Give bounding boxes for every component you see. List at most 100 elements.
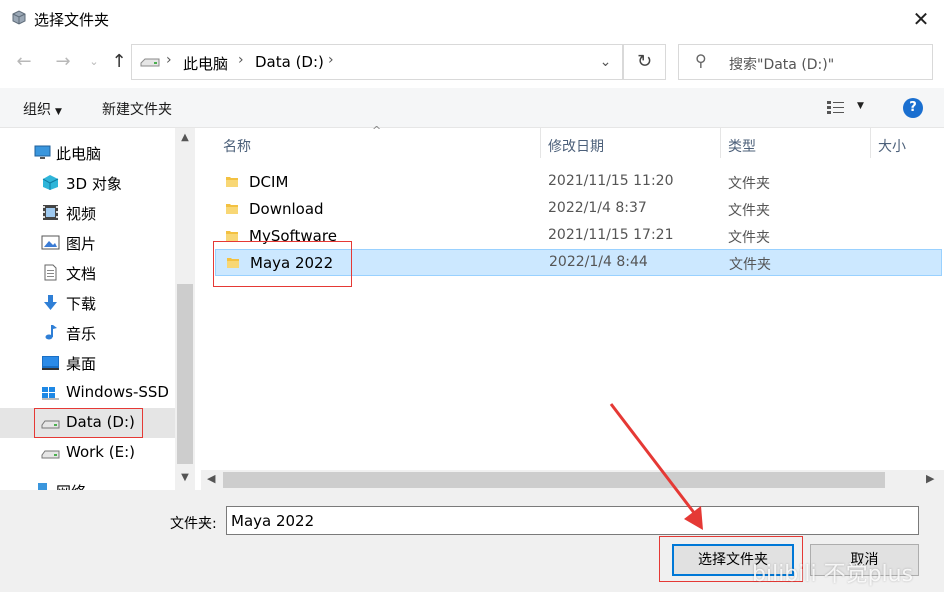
breadcrumb-this-pc[interactable]: 此电脑 [183, 53, 228, 74]
column-divider[interactable] [540, 128, 541, 158]
address-dropdown-button[interactable]: ⌄ [589, 44, 623, 80]
view-options-icon[interactable] [826, 99, 846, 115]
folder-name-input[interactable] [226, 506, 919, 535]
video-icon [43, 205, 58, 220]
sidebar-item-videos[interactable]: 视频 [0, 198, 175, 228]
sidebar-item-downloads[interactable]: 下载 [0, 288, 175, 318]
scrollbar-thumb[interactable] [177, 284, 193, 464]
sidebar-item-label: 视频 [66, 205, 97, 223]
sidebar-item-pictures[interactable]: 图片 [0, 228, 175, 258]
forward-button[interactable]: → [51, 50, 75, 74]
arrow-right-icon: → [55, 51, 71, 72]
file-date: 2021/11/15 17:21 [548, 227, 674, 243]
file-row-selected[interactable]: Maya 2022 2022/1/4 8:44 文件夹 [215, 249, 942, 276]
sidebar-item-windows-ssd[interactable]: Windows-SSD ( [0, 378, 175, 408]
sidebar-item-network[interactable]: 网络 [0, 476, 175, 490]
chevron-right-icon: › [166, 52, 172, 68]
column-divider[interactable] [870, 128, 871, 158]
sidebar-item-label: 网络 [56, 481, 86, 490]
drive-icon [41, 450, 60, 459]
chevron-down-icon: ⌄ [89, 55, 99, 68]
command-bar: 组织 ▼ 新建文件夹 ▼ [0, 88, 944, 128]
search-box[interactable]: ⚲ 搜索"Data (D:)" [678, 44, 933, 80]
breadcrumb-data-drive[interactable]: Data (D:) [255, 53, 324, 71]
drive-icon [41, 420, 60, 429]
refresh-icon: ↻ [636, 51, 653, 72]
scroll-up-icon[interactable]: ▲ [175, 132, 195, 143]
select-folder-dialog: 选择文件夹 ✕ ← → ⌄ ↑ › 此电脑 › Data (D:) › ⌄ ↻ … [0, 0, 944, 592]
sidebar-item-this-pc[interactable]: 此电脑 [0, 138, 175, 168]
window-title: 选择文件夹 [34, 11, 110, 29]
folder-icon [226, 231, 238, 241]
sidebar-item-documents[interactable]: 文档 [0, 258, 175, 288]
column-header-size[interactable]: 大小 [878, 136, 906, 156]
new-folder-button[interactable]: 新建文件夹 [102, 99, 172, 119]
file-name: DCIM [249, 173, 289, 191]
file-name: Maya 2022 [250, 254, 334, 272]
back-button[interactable]: ← [12, 50, 36, 74]
sidebar-item-label: Work (E:) [66, 443, 135, 461]
watermark-text: bilibili 不觉plus [752, 562, 914, 587]
file-type: 文件夹 [728, 176, 770, 192]
close-icon: ✕ [912, 7, 930, 31]
folder-icon [227, 258, 239, 268]
scroll-down-icon[interactable]: ▼ [175, 472, 195, 483]
close-button[interactable]: ✕ [906, 4, 936, 34]
column-header-type[interactable]: 类型 [728, 136, 756, 156]
title-bar: 选择文件夹 ✕ [0, 0, 944, 38]
recent-locations-button[interactable]: ⌄ [82, 50, 106, 74]
network-icon [38, 483, 47, 490]
chevron-down-icon: ⌄ [599, 54, 612, 70]
sidebar-item-label: Windows-SSD ( [66, 383, 175, 401]
file-row[interactable]: Download 2022/1/4 8:37 文件夹 [215, 196, 942, 223]
column-divider[interactable] [720, 128, 721, 158]
windows-drive-icon [42, 387, 59, 400]
help-icon[interactable]: ? [903, 98, 923, 118]
navigation-pane: 此电脑 3D 对象 视频 图片 文档 下载 音乐 桌面 Windows-SSD … [0, 128, 175, 490]
organize-menu[interactable]: 组织 ▼ [23, 99, 62, 119]
sidebar-item-label: 此电脑 [56, 145, 102, 163]
arrow-left-icon: ← [16, 51, 32, 72]
chevron-right-icon: › [328, 52, 334, 68]
file-name: MySoftware [249, 227, 337, 245]
file-list-horizontal-scrollbar[interactable]: ◀ ▶ [201, 470, 944, 490]
pc-icon [34, 145, 51, 159]
sidebar-item-desktop[interactable]: 桌面 [0, 348, 175, 378]
file-type: 文件夹 [729, 257, 771, 273]
dialog-app-icon [12, 10, 26, 25]
arrow-up-icon: ↑ [111, 51, 127, 72]
file-type: 文件夹 [728, 203, 770, 219]
desktop-icon [42, 356, 59, 370]
folder-icon [226, 204, 238, 214]
sort-ascending-icon: ^ [372, 124, 382, 137]
sidebar-item-work-drive[interactable]: Work (E:) [0, 438, 175, 468]
file-row[interactable]: MySoftware 2021/11/15 17:21 文件夹 [215, 223, 942, 250]
document-icon [44, 264, 57, 281]
navigation-pane-scrollbar[interactable]: ▲ ▼ [175, 128, 195, 490]
sidebar-item-3d-objects[interactable]: 3D 对象 [0, 168, 175, 198]
file-date: 2022/1/4 8:37 [548, 200, 647, 216]
up-button[interactable]: ↑ [107, 50, 131, 74]
organize-label: 组织 [23, 102, 51, 118]
drive-icon [140, 58, 160, 67]
folder-icon [226, 177, 238, 187]
sidebar-item-label: Data (D:) [66, 413, 135, 431]
view-dropdown-icon[interactable]: ▼ [857, 101, 864, 111]
picture-icon [41, 235, 60, 250]
sidebar-item-music[interactable]: 音乐 [0, 318, 175, 348]
address-bar[interactable]: › 此电脑 › Data (D:) › [131, 44, 623, 80]
sidebar-item-label: 图片 [66, 235, 97, 253]
column-header-name[interactable]: 名称 [223, 136, 251, 156]
sidebar-item-data-drive[interactable]: Data (D:) [0, 408, 175, 438]
navigation-bar: ← → ⌄ ↑ › 此电脑 › Data (D:) › ⌄ ↻ ⚲ 搜索"Dat… [0, 38, 944, 88]
scroll-left-icon[interactable]: ◀ [207, 472, 215, 485]
file-date: 2021/11/15 11:20 [548, 173, 674, 189]
refresh-button[interactable]: ↻ [623, 44, 666, 80]
cube-icon [42, 175, 59, 190]
music-icon [45, 325, 57, 340]
column-header-date[interactable]: 修改日期 [548, 136, 604, 156]
scrollbar-thumb[interactable] [223, 472, 885, 488]
sidebar-item-label: 文档 [66, 265, 97, 283]
scroll-right-icon[interactable]: ▶ [926, 472, 934, 485]
file-row[interactable]: DCIM 2021/11/15 11:20 文件夹 [215, 169, 942, 196]
